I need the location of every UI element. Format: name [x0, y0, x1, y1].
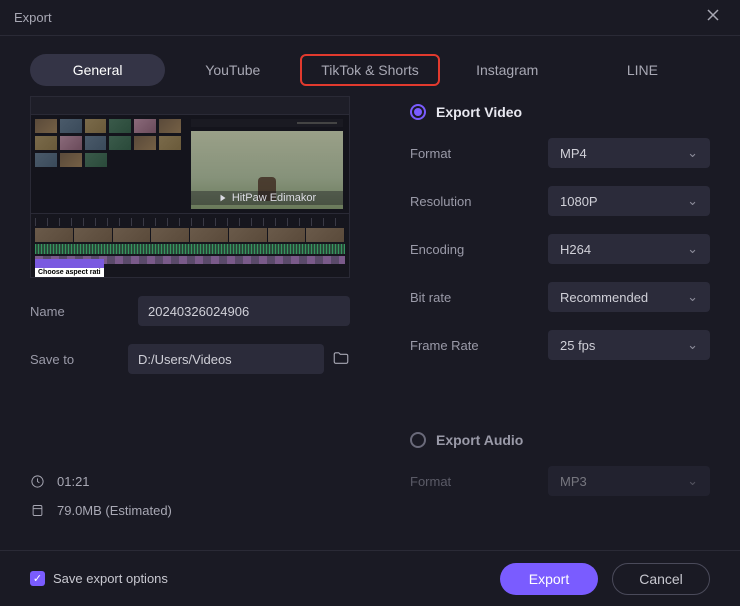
resolution-label: Resolution	[410, 194, 548, 209]
framerate-label: Frame Rate	[410, 338, 548, 353]
titlebar: Export	[0, 0, 740, 36]
aspect-ratio-hint: Choose aspect rati	[35, 259, 104, 277]
export-video-radio[interactable]: Export Video	[410, 104, 710, 120]
chevron-down-icon: ⌄	[687, 241, 698, 257]
window-title: Export	[14, 10, 52, 25]
save-export-options-checkbox[interactable]: ✓ Save export options	[30, 571, 168, 586]
audio-format-select: MP3 ⌄	[548, 466, 710, 496]
chevron-down-icon: ⌄	[687, 473, 698, 489]
clock-icon	[30, 474, 45, 489]
name-label: Name	[30, 304, 138, 319]
radio-on-icon	[410, 104, 426, 120]
preview-watermark: HitPaw Edimakor	[191, 191, 343, 205]
checkbox-checked-icon: ✓	[30, 571, 45, 586]
duration-row: 01:21	[30, 474, 350, 489]
bitrate-label: Bit rate	[410, 290, 548, 305]
chevron-down-icon: ⌄	[687, 193, 698, 209]
format-select[interactable]: MP4 ⌄	[548, 138, 710, 168]
filesize-value: 79.0MB (Estimated)	[57, 503, 172, 518]
tab-youtube[interactable]: YouTube	[165, 54, 300, 86]
video-preview: HitPaw Edimakor Choose aspect rati	[30, 96, 350, 278]
encoding-select[interactable]: H264 ⌄	[548, 234, 710, 264]
encoding-label: Encoding	[410, 242, 548, 257]
export-audio-radio[interactable]: Export Audio	[410, 432, 710, 448]
tab-line[interactable]: LINE	[575, 54, 710, 86]
footer: ✓ Save export options Export Cancel	[0, 550, 740, 606]
tab-tiktok-shorts[interactable]: TikTok & Shorts	[300, 54, 439, 86]
browse-folder-icon[interactable]	[332, 349, 350, 370]
tab-instagram[interactable]: Instagram	[440, 54, 575, 86]
chevron-down-icon: ⌄	[687, 337, 698, 353]
resolution-select[interactable]: 1080P ⌄	[548, 186, 710, 216]
radio-off-icon	[410, 432, 426, 448]
name-input[interactable]	[138, 296, 350, 326]
export-button[interactable]: Export	[500, 563, 598, 595]
play-icon	[218, 193, 228, 203]
chevron-down-icon: ⌄	[687, 145, 698, 161]
bitrate-select[interactable]: Recommended ⌄	[548, 282, 710, 312]
framerate-select[interactable]: 25 fps ⌄	[548, 330, 710, 360]
saveto-input[interactable]	[128, 344, 324, 374]
audio-format-label: Format	[410, 474, 548, 489]
cancel-button[interactable]: Cancel	[612, 563, 710, 595]
export-tabs: General YouTube TikTok & Shorts Instagra…	[0, 36, 740, 96]
close-icon[interactable]	[700, 4, 726, 31]
tab-general[interactable]: General	[30, 54, 165, 86]
preview-frame: HitPaw Edimakor	[191, 131, 343, 209]
format-label: Format	[410, 146, 548, 161]
filesize-row: 79.0MB (Estimated)	[30, 503, 350, 518]
chevron-down-icon: ⌄	[687, 289, 698, 305]
duration-value: 01:21	[57, 474, 90, 489]
filesize-icon	[30, 503, 45, 518]
saveto-label: Save to	[30, 352, 128, 367]
preview-control-bar	[191, 119, 343, 127]
